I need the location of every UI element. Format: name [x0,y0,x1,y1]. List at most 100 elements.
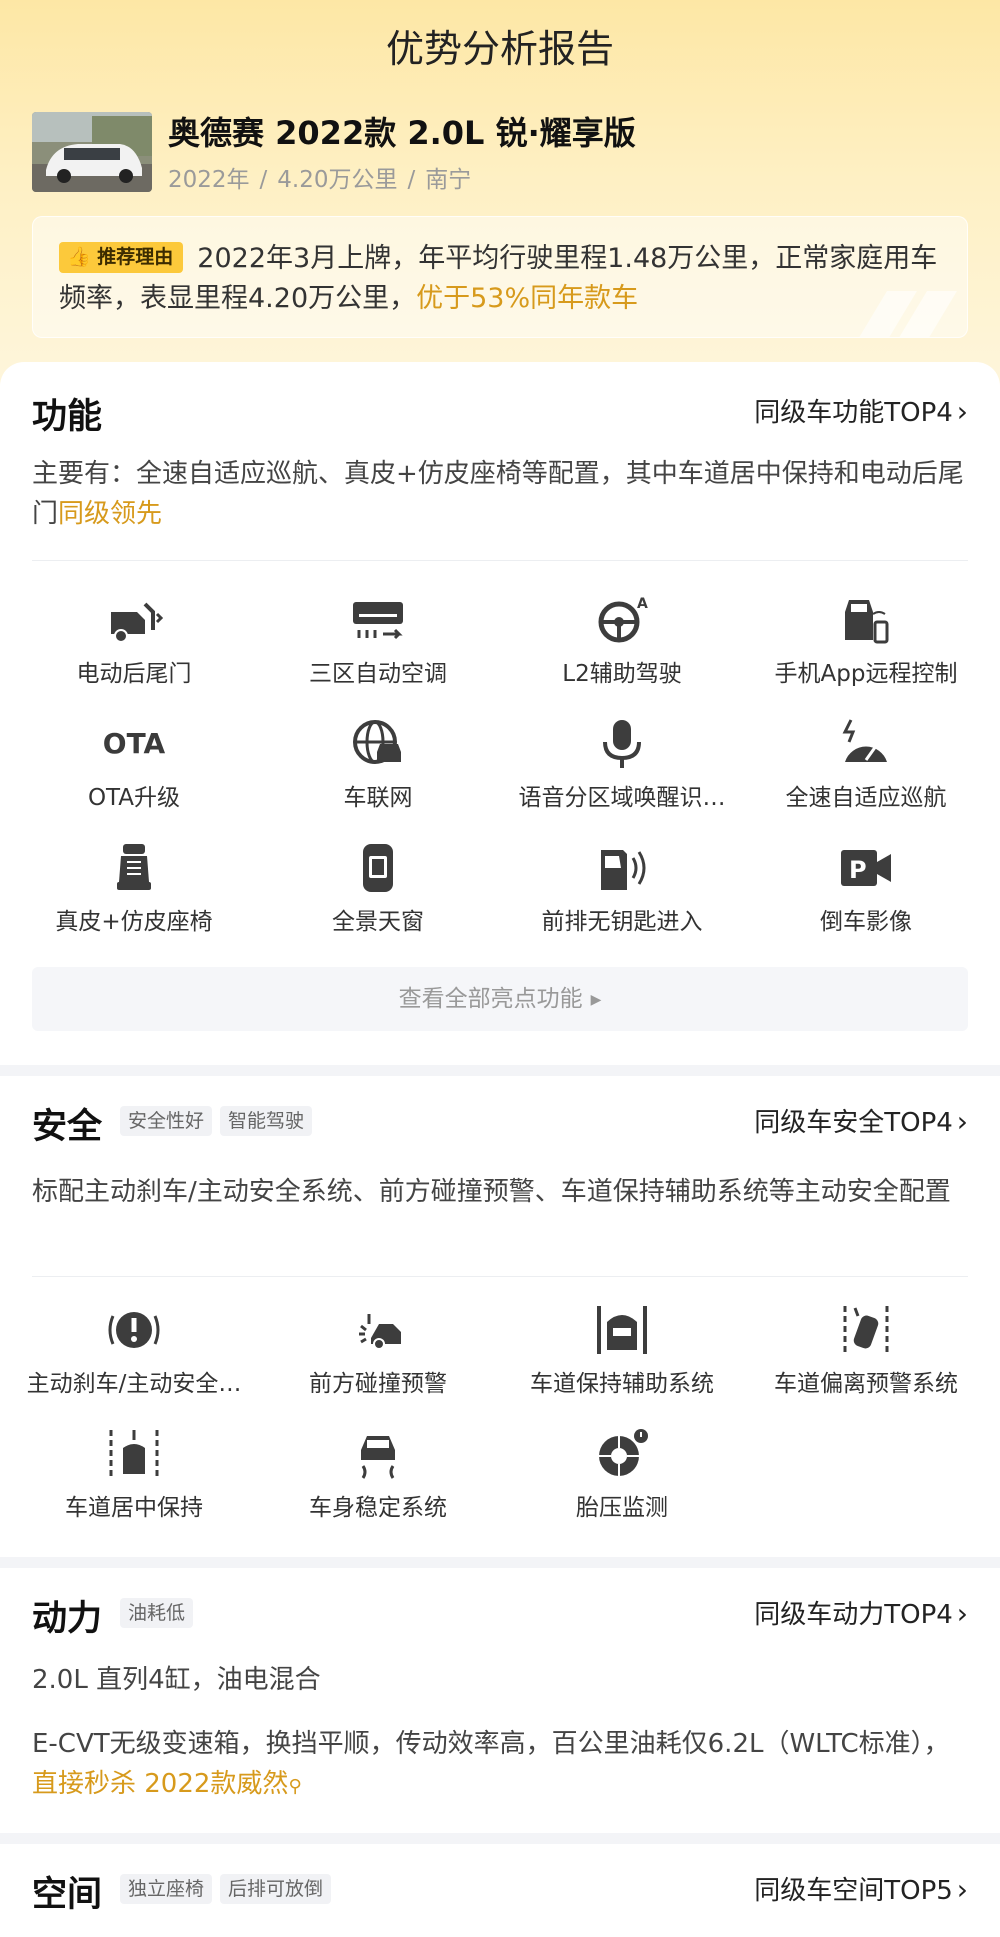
feature-label: 胎压监测 [576,1495,668,1521]
chevron-right-icon: › [956,1873,968,1906]
power-section: 动力 油耗低 同级车动力TOP4 › 2.0L 直列4缸，油电混合 E-CVT无级… [0,1568,1000,1833]
function-top-link[interactable]: 同级车功能TOP4 › [754,392,968,429]
section-header: 安全 安全性好 智能驾驶 同级车安全TOP4 › [32,1098,968,1148]
desc-text: 主要有：全速自适应巡航、真皮+仿皮座椅等配置，其中车道居中保持和电动后尾门 [32,459,964,529]
feature-item[interactable]: 全景天窗 [256,842,500,942]
view-all-features-button[interactable]: 查看全部亮点功能 ▶ [32,967,968,1031]
chevron-right-icon: › [956,395,968,428]
brake-warning-icon [108,1312,160,1348]
recommend-reason-text: 👍 推荐理由 2022年3月上牌，年平均行驶里程1.48万公里，正常家庭用车频率，… [59,239,949,319]
recommend-badge: 👍 推荐理由 [59,242,184,273]
section-tags: 独立座椅 后排可放倒 [120,1874,339,1904]
feature-item[interactable]: 前方碰撞预警 [256,1304,500,1404]
tag: 油耗低 [120,1598,194,1628]
keyless-door-icon [601,850,646,890]
parking-camera-icon: P [841,850,891,886]
tag: 智能驾驶 [220,1106,313,1136]
space-section: 空间 独立座椅 后排可放倒 同级车空间TOP5 › [0,1844,1000,1937]
section-title: 功能 [32,397,103,437]
meta-separator: / [407,167,416,193]
feature-item[interactable]: 车道保持辅助系统 [500,1304,744,1404]
steering-wheel-icon: A [598,596,648,643]
safety-top-link[interactable]: 同级车安全TOP4 › [754,1102,968,1139]
tire-pressure-icon [599,1429,648,1476]
lane-departure-icon [843,1306,889,1354]
feature-label: L2辅助驾驶 [562,661,682,687]
feature-item[interactable]: 车道居中保持 [12,1428,256,1528]
lane-center-icon [109,1430,159,1478]
feature-label: 倒车影像 [820,909,912,935]
safety-section: 安全 安全性好 智能驾驶 同级车安全TOP4 › 标配主动刹车/主动安全系统、前方碰… [0,1076,1000,1557]
feature-item[interactable]: 手机App远程控制 [744,594,988,694]
feature-item[interactable]: 全速自适应巡航 [744,718,988,818]
feature-item[interactable]: 真皮+仿皮座椅 [12,842,256,942]
sunroof-icon [363,844,393,892]
feature-label: 真皮+仿皮座椅 [55,909,213,935]
feature-item[interactable]: P 倒车影像 [744,842,988,942]
svg-text:A: A [637,596,648,612]
section-header: 动力 油耗低 同级车动力TOP4 › [32,1590,968,1640]
feature-label: 车联网 [343,785,413,811]
feature-label: 车道偏离预警系统 [774,1371,958,1397]
feature-label: 三区自动空调 [309,661,447,687]
feature-item[interactable]: 胎压监测 [500,1428,744,1528]
feature-item[interactable]: 车道偏离预警系统 [744,1304,988,1404]
section-title: 安全 [32,1107,103,1147]
power-tailgate-icon [111,602,163,643]
section-tags: 安全性好 智能驾驶 [120,1106,320,1136]
lane-keep-icon [597,1306,647,1354]
transmission-description: E-CVT无级变速箱，换挡平顺，传动效率高，百公里油耗仅6.2L（WLTC标准）… [32,1724,972,1807]
feature-label: 全速自适应巡航 [785,785,947,811]
feature-item[interactable]: 车联网 [256,718,500,818]
section-header: 空间 独立座椅 后排可放倒 同级车空间TOP5 › [32,1866,968,1916]
function-feature-grid: 电动后尾门 三区自动空调 A L2辅助驾驶 手机App远程控制 OTA OTA升… [12,594,988,935]
meta-separator: / [259,167,268,193]
section-tags: 油耗低 [120,1598,201,1628]
feature-item[interactable]: 主动刹车/主动安全… [12,1304,256,1404]
car-city: 南宁 [425,167,472,193]
feature-item[interactable]: 三区自动空调 [256,594,500,694]
seat-icon [117,844,151,890]
car-thumbnail[interactable] [32,112,152,192]
feature-label: 前方碰撞预警 [309,1371,447,1397]
feature-label: 电动后尾门 [76,661,192,687]
section-header: 功能 同级车功能TOP4 › [32,388,968,438]
feature-item[interactable]: 车身稳定系统 [256,1428,500,1528]
header-background: 优势分析报告 奥德赛 2022款 2.0L 锐·耀享版 2022年 / 4.20万公… [0,0,1000,400]
tag: 安全性好 [120,1106,213,1136]
reason-highlight: 优于53%同年款车 [416,283,639,314]
feature-label: 车道居中保持 [65,1495,203,1521]
feature-item[interactable]: A L2辅助驾驶 [500,594,744,694]
space-top-link[interactable]: 同级车空间TOP5 › [754,1870,968,1907]
feature-label: 主动刹车/主动安全… [26,1371,242,1397]
feature-item[interactable]: 语音分区域唤醒识… [500,718,744,818]
car-year: 2022年 [168,167,250,193]
feature-item[interactable]: 前排无钥匙进入 [500,842,744,942]
speedometer-icon [842,719,887,762]
compare-link-label: 直接秒杀 2022款威然 [32,1769,289,1799]
feature-label: OTA升级 [87,785,181,811]
safety-feature-grid: 主动刹车/主动安全… 前方碰撞预警 车道保持辅助系统 车道偏离预警系统 车道居中… [12,1304,988,1544]
transmission-text: E-CVT无级变速箱，换挡平顺，传动效率高，百公里油耗仅6.2L（WLTC标准）… [32,1729,950,1759]
link-label: 同级车空间TOP5 [754,1876,953,1906]
feature-item[interactable]: OTA OTA升级 [12,718,256,818]
divider [32,560,968,561]
page-title: 优势分析报告 [385,27,614,71]
function-description: 主要有：全速自适应巡航、真皮+仿皮座椅等配置，其中车道居中保持和电动后尾门同级领… [32,454,972,534]
function-section: 功能 同级车功能TOP4 › 主要有：全速自适应巡航、真皮+仿皮座椅等配置，其中车… [0,362,1000,1065]
section-title: 空间 [32,1875,103,1915]
feature-label: 语音分区域唤醒识… [518,785,726,811]
link-label: 同级车动力TOP4 [754,1600,953,1630]
car-mileage: 4.20万公里 [277,167,398,193]
compare-link[interactable]: 直接秒杀 2022款威然⚲ [32,1769,302,1799]
globe-car-icon [353,720,401,764]
section-title: 动力 [32,1599,103,1639]
safety-description: 标配主动刹车/主动安全系统、前方碰撞预警、车道保持辅助系统等主动安全配置 [32,1177,951,1207]
search-icon: ⚲ [288,1776,302,1797]
tag: 独立座椅 [120,1874,213,1904]
feature-item[interactable]: 电动后尾门 [12,594,256,694]
power-top-link[interactable]: 同级车动力TOP4 › [754,1594,968,1631]
divider [32,1276,968,1277]
collision-warning-icon [359,1314,401,1350]
recommend-badge-label: 推荐理由 [97,246,174,268]
